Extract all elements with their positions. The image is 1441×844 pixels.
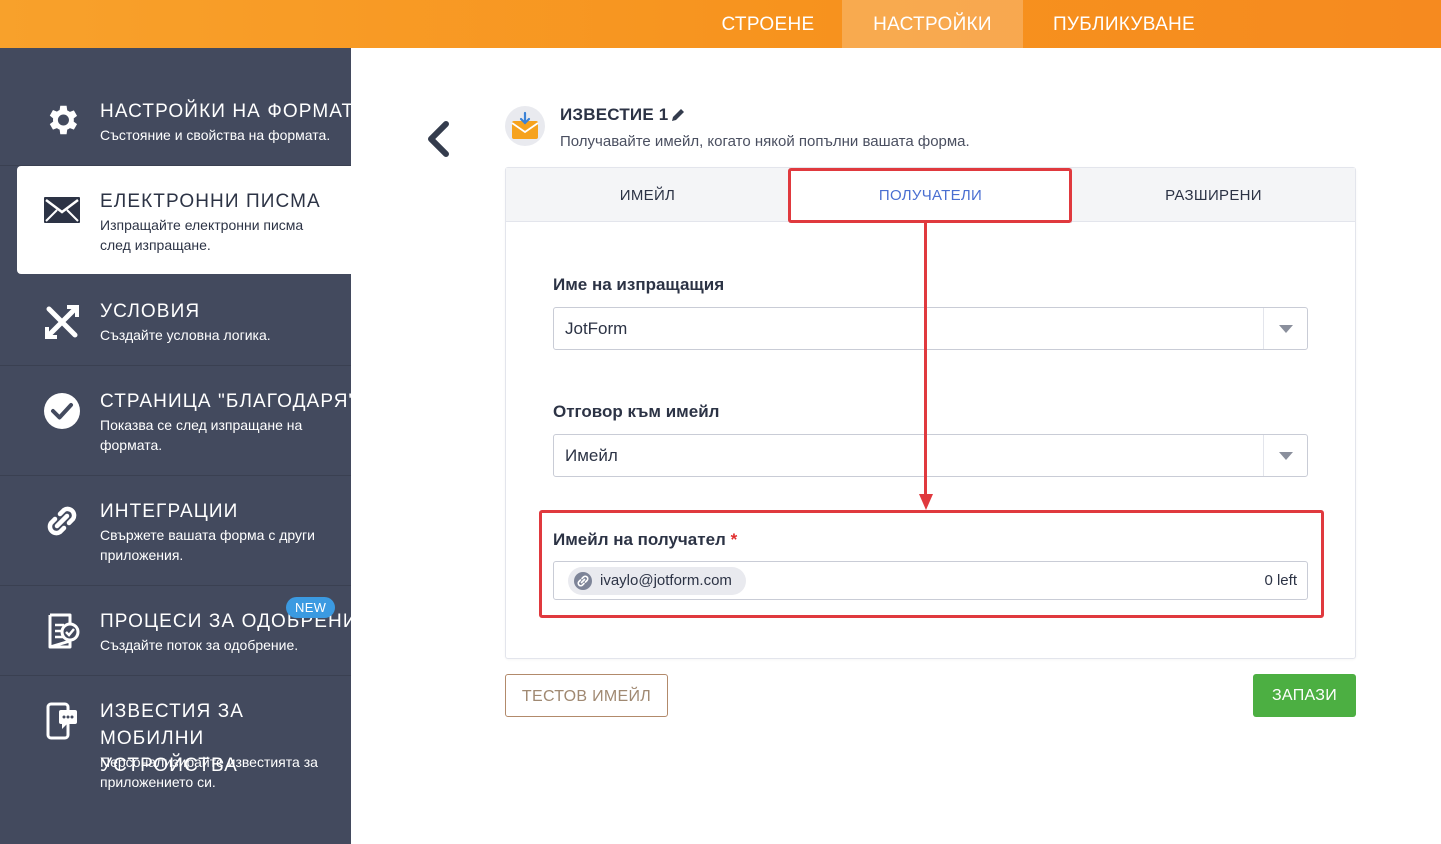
tab-advanced[interactable]: РАЗШИРЕНИ xyxy=(1072,168,1355,222)
sidebar-item-form-settings[interactable]: НАСТРОЙКИ НА ФОРМАТА Състояние и свойств… xyxy=(0,66,366,166)
sender-name-value: JotForm xyxy=(565,319,628,338)
tab-build[interactable]: СТРОЕНЕ xyxy=(708,0,828,48)
notification-avatar xyxy=(505,106,545,146)
email-notification-icon xyxy=(511,111,539,139)
top-navigation: СТРОЕНЕ НАСТРОЙКИ ПУБЛИКУВАНЕ xyxy=(0,0,1441,48)
sender-name-select[interactable]: JotForm xyxy=(553,307,1308,350)
sidebar-item-desc: Изпращайте електронни писма след изпраща… xyxy=(100,217,304,253)
reply-to-select[interactable]: Имейл xyxy=(553,434,1308,477)
chevron-left-icon xyxy=(428,121,449,157)
annotation-highlight-recipient-field xyxy=(539,510,1324,618)
chevron-down-icon xyxy=(1263,308,1307,349)
tab-email[interactable]: ИМЕЙЛ xyxy=(506,168,789,222)
notification-subtitle: Получавайте имейл, когато някой попълни … xyxy=(560,133,970,150)
sidebar-item-desc: Персонализирайте известията за приложени… xyxy=(100,754,318,790)
gear-icon xyxy=(42,100,82,140)
sidebar-item-title: ИНТЕГРАЦИИ xyxy=(100,501,239,522)
annotation-arrow-head xyxy=(919,494,933,510)
notification-title: ИЗВЕСТИЕ 1 xyxy=(560,105,669,124)
approval-icon xyxy=(42,611,82,651)
sidebar-item-approval-flows[interactable]: ПРОЦЕСИ ЗА ОДОБРЕНИЕ NEW Създайте поток … xyxy=(0,586,370,676)
annotation-arrow-line xyxy=(924,222,927,497)
test-email-button[interactable]: ТЕСТОВ ИМЕЙЛ xyxy=(505,674,668,717)
sidebar-item-thank-you-page[interactable]: СТРАНИЦА "БЛАГОДАРЯ" Показва се след изп… xyxy=(0,366,355,476)
back-button[interactable] xyxy=(424,120,454,160)
sidebar-item-desc: Състояние и свойства на формата. xyxy=(100,127,331,143)
sender-name-label: Име на изпращащия xyxy=(553,275,725,294)
sidebar-item-conditions[interactable]: УСЛОВИЯ Създайте условна логика. xyxy=(0,276,351,366)
sidebar-item-title: УСЛОВИЯ xyxy=(100,301,201,322)
sidebar-item-mobile-notifications[interactable]: ИЗВЕСТИЯ ЗА МОБИЛНИ УСТРОЙСТВА Персонали… xyxy=(0,676,351,844)
annotation-highlight-recipients-tab xyxy=(788,168,1072,223)
settings-sidebar: НАСТРОЙКИ НА ФОРМАТА Състояние и свойств… xyxy=(0,48,370,844)
reply-to-value: Имейл xyxy=(565,446,618,465)
link-icon xyxy=(42,501,82,541)
sidebar-item-title: ЕЛЕКТРОННИ ПИСМА xyxy=(100,191,321,212)
sidebar-item-desc: Създайте условна логика. xyxy=(100,327,271,343)
reply-to-label: Отговор към имейл xyxy=(553,402,720,421)
sidebar-item-title: НАСТРОЙКИ НА ФОРМАТА xyxy=(100,101,368,122)
mobile-notification-icon xyxy=(42,701,82,741)
sidebar-item-integrations[interactable]: ИНТЕГРАЦИИ Свържете вашата форма с други… xyxy=(0,476,351,586)
sidebar-item-desc: Свържете вашата форма с други приложения… xyxy=(100,527,315,563)
new-badge: NEW xyxy=(286,597,336,618)
envelope-icon xyxy=(42,190,82,230)
tab-settings[interactable]: НАСТРОЙКИ xyxy=(842,0,1023,48)
chevron-down-icon xyxy=(1263,435,1307,476)
tab-publish[interactable]: ПУБЛИКУВАНЕ xyxy=(1036,0,1212,48)
sidebar-item-emails[interactable]: ЕЛЕКТРОННИ ПИСМА Изпращайте електронни п… xyxy=(17,166,351,274)
sidebar-item-title: СТРАНИЦА "БЛАГОДАРЯ" xyxy=(100,391,357,412)
pencil-icon[interactable] xyxy=(670,107,686,123)
check-circle-icon xyxy=(42,391,82,431)
sidebar-item-desc: Показва се след изпращане на формата. xyxy=(100,417,303,453)
sidebar-item-desc: Създайте поток за одобрение. xyxy=(100,637,299,653)
save-button[interactable]: ЗАПАЗИ xyxy=(1253,674,1356,717)
conditions-icon xyxy=(42,302,82,342)
